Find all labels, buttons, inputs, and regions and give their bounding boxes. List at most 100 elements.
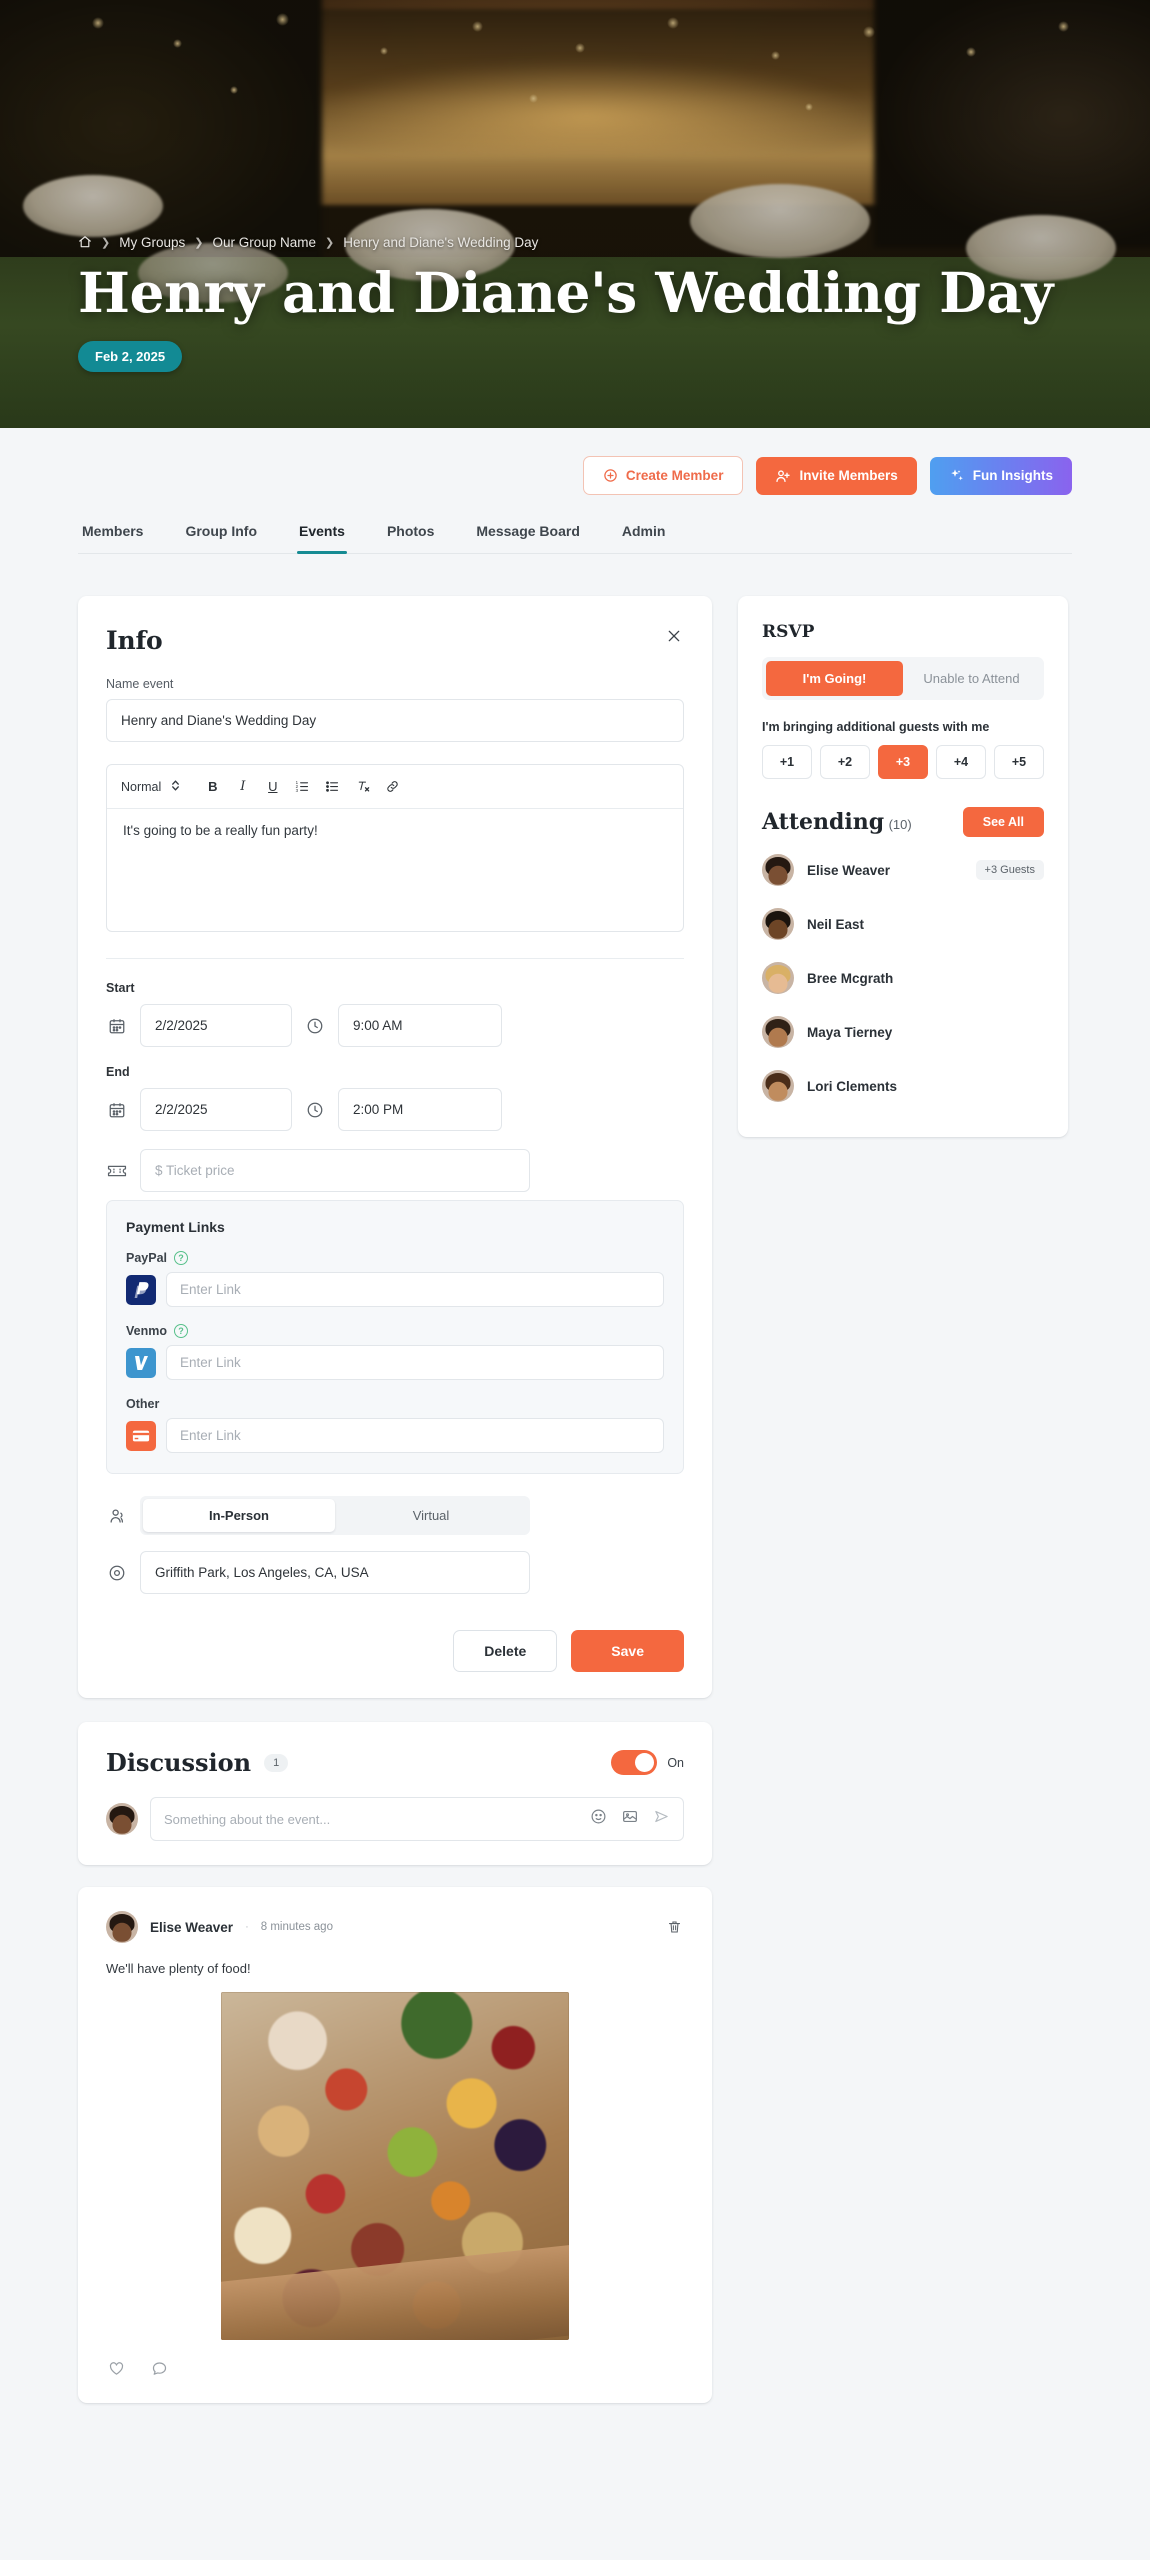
- home-icon[interactable]: [78, 235, 92, 249]
- post-image[interactable]: [221, 1992, 569, 2340]
- avatar: [762, 854, 794, 886]
- end-time-input[interactable]: [338, 1088, 502, 1131]
- guest-option-3[interactable]: +3: [878, 745, 928, 779]
- trash-icon[interactable]: [665, 1917, 684, 1937]
- invite-members-button[interactable]: Invite Members: [756, 456, 917, 495]
- paypal-label-row: PayPal ?: [126, 1251, 664, 1265]
- close-icon[interactable]: [664, 626, 684, 646]
- bold-icon[interactable]: B: [199, 774, 226, 799]
- end-date-input[interactable]: [140, 1088, 292, 1131]
- people-icon: [106, 1507, 128, 1525]
- ordered-list-icon[interactable]: 1 2 3: [289, 774, 316, 799]
- attendee-row[interactable]: Bree Mcgrath: [762, 951, 1044, 1005]
- description-body[interactable]: It's going to be a really fun party!: [107, 809, 683, 931]
- discussion-post: Elise Weaver · 8 minutes ago We'll have …: [78, 1887, 712, 2403]
- link-icon[interactable]: [379, 774, 406, 799]
- tab-photos[interactable]: Photos: [385, 513, 436, 553]
- breadcrumb-item-current: Henry and Diane's Wedding Day: [343, 234, 539, 250]
- avatar: [762, 1070, 794, 1102]
- start-date-input[interactable]: [140, 1004, 292, 1047]
- ticket-price-input[interactable]: [140, 1149, 530, 1192]
- delete-button[interactable]: Delete: [453, 1630, 558, 1672]
- tab-members[interactable]: Members: [80, 513, 145, 553]
- event-mode-toggle: In-Person Virtual: [140, 1496, 530, 1535]
- paypal-link-input[interactable]: [166, 1272, 664, 1307]
- other-label-row: Other: [126, 1397, 664, 1411]
- create-member-button[interactable]: Create Member: [582, 456, 744, 495]
- attending-count: (10): [888, 817, 912, 832]
- tab-events[interactable]: Events: [297, 513, 347, 554]
- payment-links-title: Payment Links: [126, 1219, 225, 1235]
- send-icon[interactable]: [653, 1808, 670, 1830]
- discussion-title: Discussion: [106, 1748, 252, 1777]
- description-editor: Normal B I U 1 2 3 It's going to be a re…: [106, 764, 684, 932]
- discussion-toggle-label: On: [667, 1755, 684, 1770]
- calendar-icon: [106, 1017, 128, 1035]
- tab-admin[interactable]: Admin: [620, 513, 668, 553]
- attendee-row[interactable]: Maya Tierney: [762, 1005, 1044, 1059]
- rsvp-going-button[interactable]: I'm Going!: [766, 661, 903, 696]
- plus-circle-icon: [603, 468, 618, 483]
- like-icon[interactable]: [106, 2358, 127, 2379]
- name-event-label: Name event: [106, 677, 174, 691]
- page-root: ❯ My Groups ❯ Our Group Name ❯ Henry and…: [0, 0, 1150, 2439]
- svg-text:3: 3: [296, 788, 299, 793]
- rsvp-toggle-group: I'm Going! Unable to Attend: [762, 657, 1044, 700]
- attendee-row[interactable]: Elise Weaver +3 Guests: [762, 843, 1044, 897]
- ticket-icon: [106, 1162, 128, 1180]
- mode-option-virtual[interactable]: Virtual: [335, 1499, 527, 1532]
- sparkles-icon: [949, 468, 965, 484]
- format-select[interactable]: Normal: [119, 776, 186, 798]
- paypal-logo-icon: [126, 1274, 156, 1305]
- help-icon[interactable]: ?: [174, 1251, 189, 1265]
- comment-icon[interactable]: [149, 2358, 170, 2379]
- section-tabs: Members Group Info Events Photos Message…: [78, 513, 1072, 554]
- tab-message-board[interactable]: Message Board: [474, 513, 581, 553]
- clear-format-icon[interactable]: [349, 774, 376, 799]
- guest-option-4[interactable]: +4: [936, 745, 986, 779]
- attendee-row[interactable]: Neil East: [762, 897, 1044, 951]
- section-divider: [106, 958, 684, 959]
- comment-compose-box[interactable]: [150, 1797, 684, 1841]
- attendee-name: Bree Mcgrath: [807, 970, 894, 986]
- avatar: [762, 908, 794, 940]
- attendee-name: Maya Tierney: [807, 1024, 893, 1040]
- underline-icon[interactable]: U: [259, 774, 286, 799]
- venmo-link-input[interactable]: [166, 1345, 664, 1380]
- start-time-input[interactable]: [338, 1004, 502, 1047]
- tab-group-info[interactable]: Group Info: [183, 513, 259, 553]
- chevron-updown-icon: [171, 779, 180, 795]
- see-all-button[interactable]: See All: [962, 807, 1044, 837]
- breadcrumb-item-group-name[interactable]: Our Group Name: [212, 235, 316, 250]
- editor-toolbar: Normal B I U 1 2 3: [107, 765, 683, 809]
- location-input[interactable]: [140, 1551, 530, 1594]
- image-icon[interactable]: [621, 1808, 639, 1830]
- action-bar: Create Member Invite Members Fun Insight…: [78, 428, 1072, 513]
- comment-input[interactable]: [164, 1811, 590, 1827]
- calendar-icon: [106, 1101, 128, 1119]
- save-button[interactable]: Save: [571, 1630, 684, 1672]
- event-info-card: Info Name event Normal: [78, 596, 712, 1698]
- attendee-row[interactable]: Lori Clements: [762, 1059, 1044, 1113]
- post-text: We'll have plenty of food!: [106, 1961, 251, 1976]
- italic-icon[interactable]: I: [229, 774, 256, 799]
- fun-insights-button[interactable]: Fun Insights: [929, 456, 1072, 495]
- mode-option-in-person[interactable]: In-Person: [143, 1499, 335, 1532]
- post-separator: ·: [245, 1921, 249, 1933]
- discussion-toggle[interactable]: [611, 1750, 658, 1775]
- rsvp-unable-button[interactable]: Unable to Attend: [903, 661, 1040, 696]
- help-icon[interactable]: ?: [174, 1324, 188, 1338]
- post-author-avatar: [106, 1911, 138, 1943]
- bullet-list-icon[interactable]: [319, 774, 346, 799]
- breadcrumb-item-my-groups[interactable]: My Groups: [119, 235, 185, 250]
- attending-title: Attending: [762, 809, 885, 835]
- other-link-input[interactable]: [166, 1418, 664, 1453]
- venmo-logo-icon: [126, 1347, 156, 1378]
- guest-option-1[interactable]: +1: [762, 745, 812, 779]
- guest-option-2[interactable]: +2: [820, 745, 870, 779]
- event-name-input[interactable]: [106, 699, 684, 742]
- credit-card-icon: [126, 1420, 156, 1451]
- guest-option-5[interactable]: +5: [994, 745, 1044, 779]
- user-plus-icon: [775, 468, 791, 484]
- emoji-icon[interactable]: [590, 1808, 607, 1830]
